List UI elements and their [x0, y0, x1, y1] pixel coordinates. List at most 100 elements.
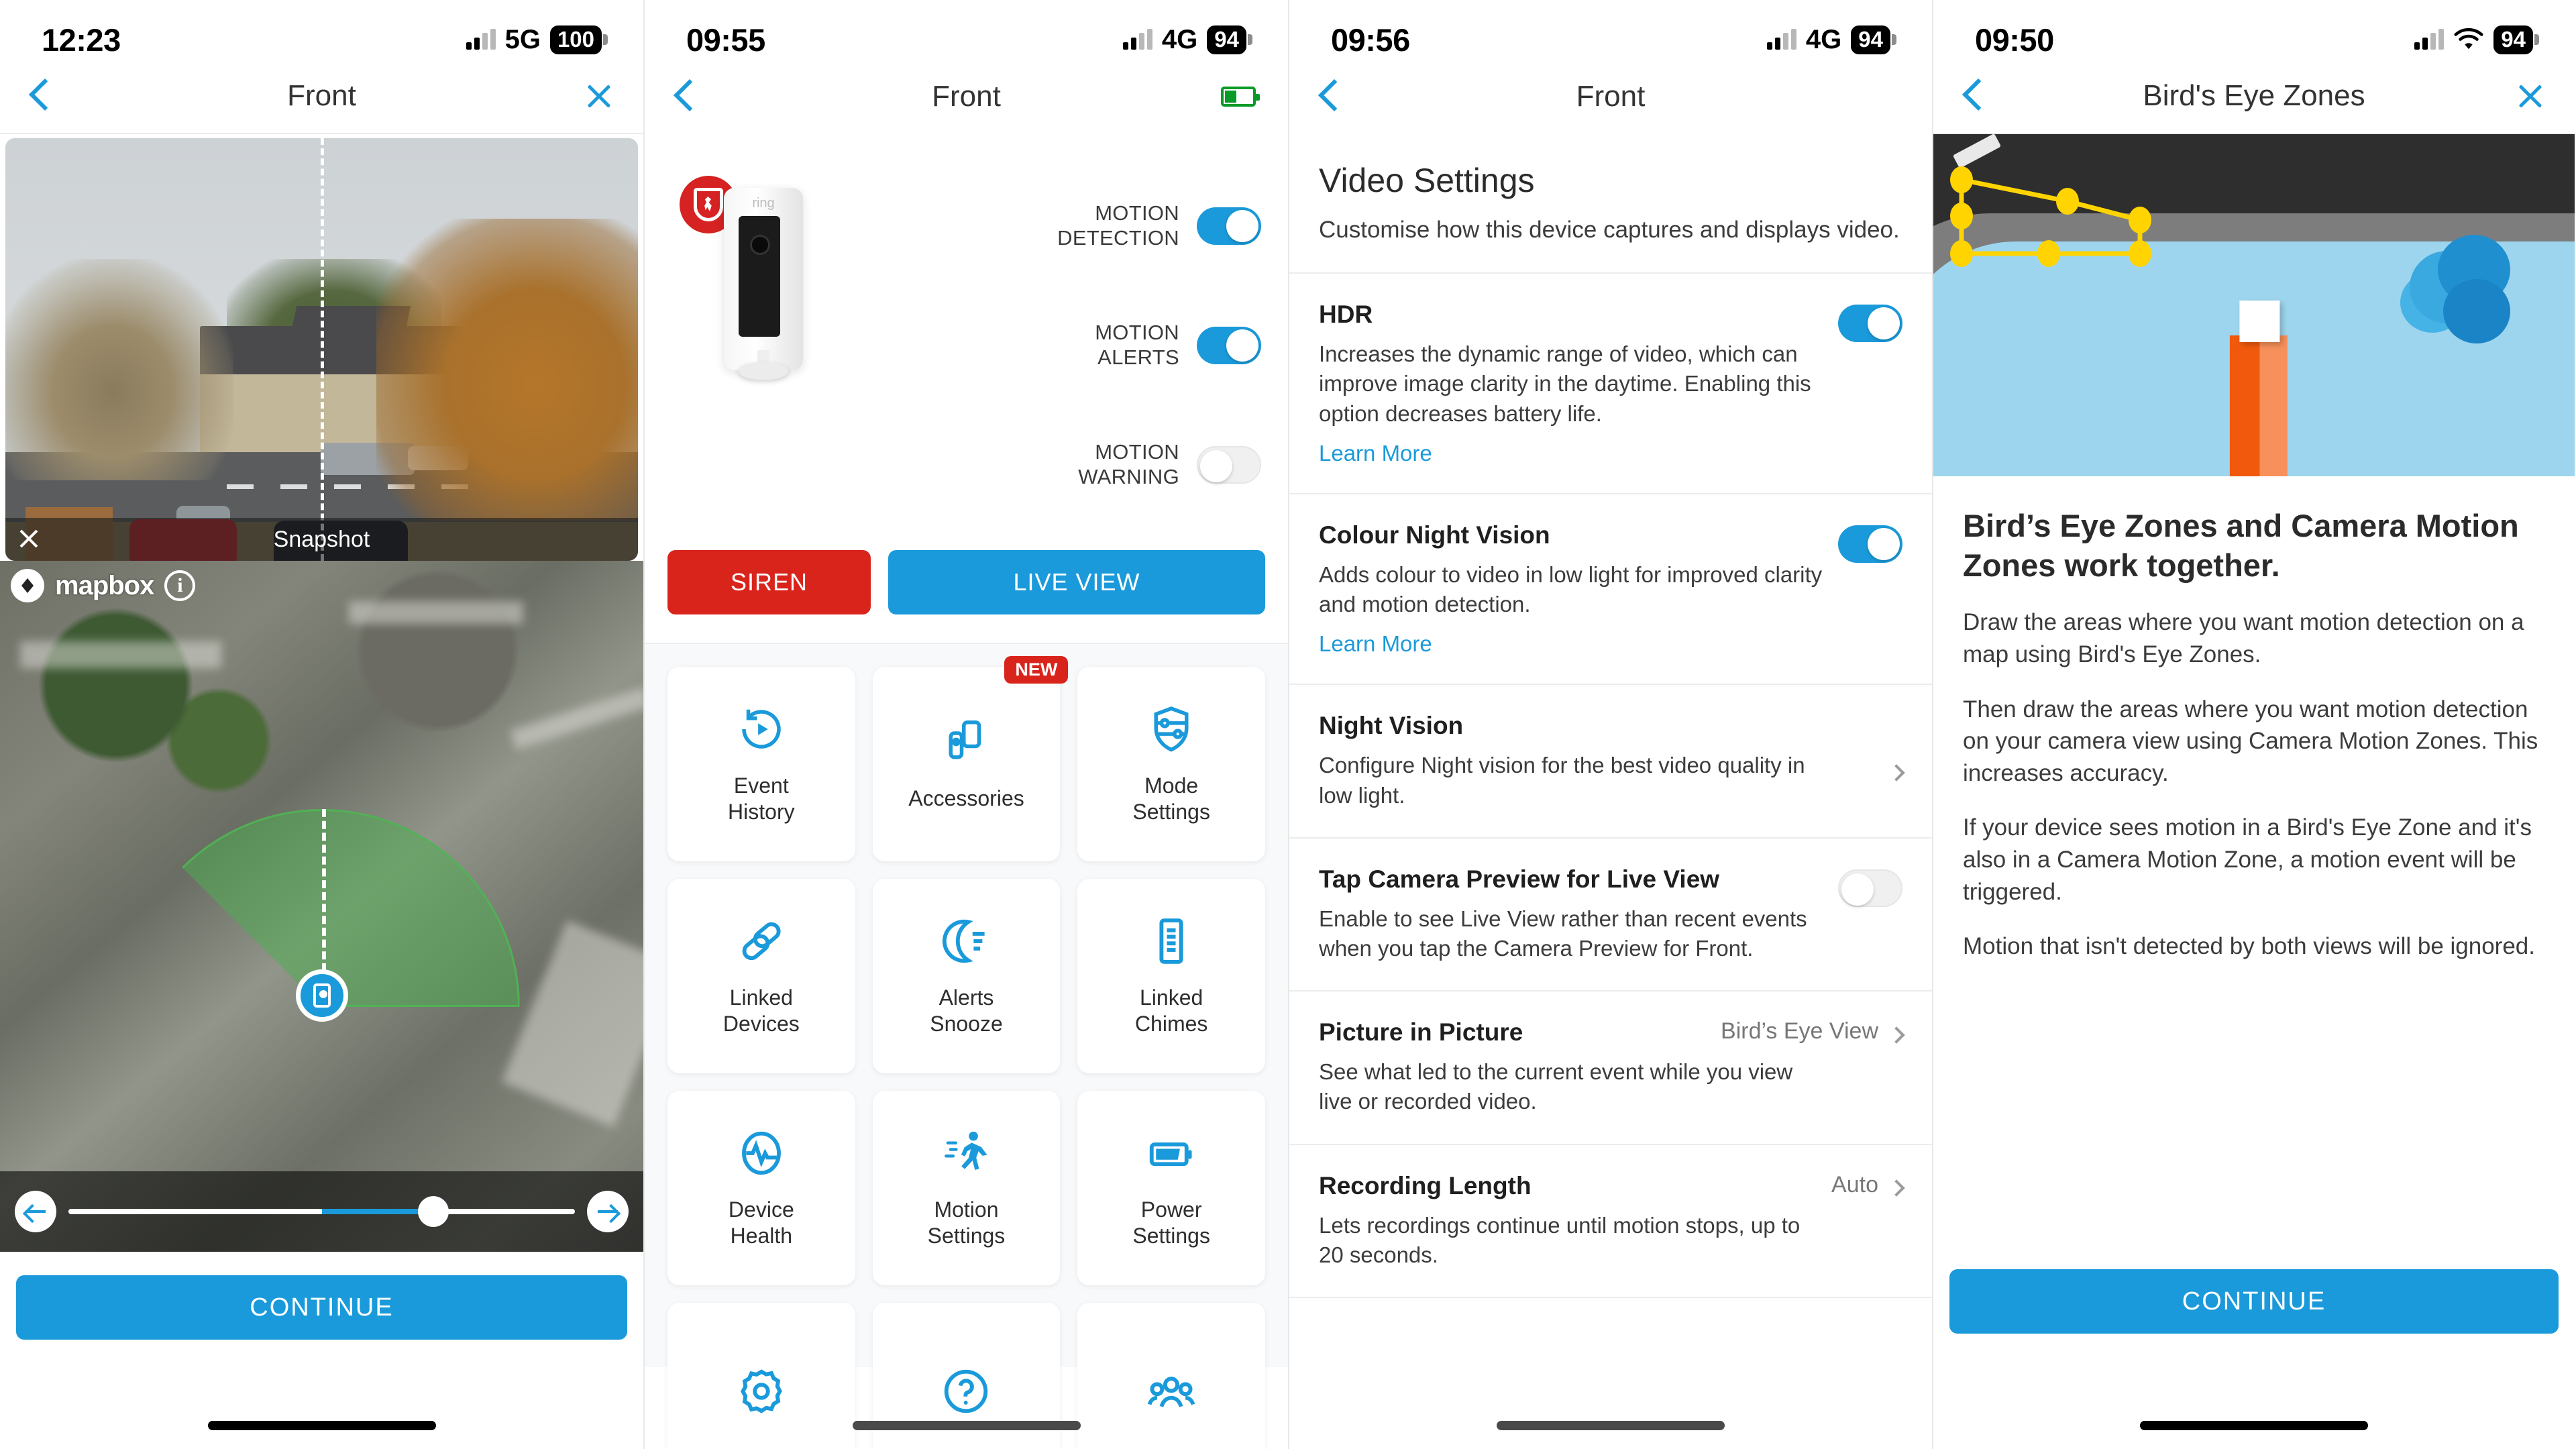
- setting-row-picture-in-picture[interactable]: Picture in Picture Bird’s Eye View See w…: [1289, 991, 1932, 1145]
- learn-more-link[interactable]: Learn More: [1319, 441, 1432, 466]
- tree-left: [5, 259, 233, 480]
- tree-right: [376, 219, 638, 521]
- toggle-motion-alerts: MOTION ALERTS: [985, 321, 1261, 370]
- camera-pin-icon[interactable]: [295, 969, 348, 1022]
- zone-polygon-overlay[interactable]: [1933, 134, 2575, 476]
- map-detail: [510, 687, 643, 750]
- tile-power-settings[interactable]: Power Settings: [1077, 1091, 1265, 1285]
- rotate-left-button[interactable]: [15, 1191, 56, 1232]
- birds-eye-map[interactable]: mapbox i: [0, 561, 643, 1252]
- tile-general-settings[interactable]: [667, 1303, 855, 1449]
- continue-button[interactable]: CONTINUE: [1949, 1269, 2559, 1334]
- battery-percent-badge: 94: [2493, 25, 2533, 54]
- snapshot-bar: Snapshot: [5, 518, 638, 561]
- tile-event-history[interactable]: Event History: [667, 667, 855, 861]
- tap-camera-preview-switch[interactable]: [1838, 869, 1902, 907]
- birds-eye-zone-diagram: [1933, 134, 2575, 476]
- siren-button[interactable]: SIREN: [667, 550, 871, 614]
- toggle-label: MOTION ALERTS: [1095, 321, 1179, 370]
- slider-fill: [321, 1209, 433, 1214]
- chevron-right-icon[interactable]: [1888, 1179, 1905, 1197]
- camera-preview[interactable]: Snapshot: [5, 138, 638, 561]
- mapbox-attribution[interactable]: mapbox i: [11, 569, 196, 602]
- setting-value: Auto: [1831, 1171, 1878, 1197]
- new-badge: NEW: [1004, 656, 1069, 684]
- hdr-switch[interactable]: [1838, 305, 1902, 343]
- back-button[interactable]: [1320, 81, 1338, 112]
- live-view-button[interactable]: LIVE VIEW: [888, 550, 1265, 614]
- chevron-right-icon[interactable]: [1888, 764, 1905, 782]
- chevron-right-icon[interactable]: [1888, 1026, 1905, 1044]
- status-time: 09:55: [686, 21, 765, 58]
- slider-track[interactable]: [68, 1196, 575, 1227]
- colour-night-vision-switch[interactable]: [1838, 525, 1902, 563]
- back-button[interactable]: [31, 80, 48, 111]
- page-title: Bird's Eye Zones: [2143, 79, 2365, 112]
- motion-warning-switch[interactable]: [1196, 446, 1261, 484]
- continue-button[interactable]: CONTINUE: [16, 1275, 627, 1340]
- setting-title: Tap Camera Preview for Live View: [1319, 865, 1720, 893]
- toggle-motion-warning: MOTION WARNING: [985, 440, 1261, 489]
- motion-alerts-switch[interactable]: [1196, 327, 1261, 364]
- ring-brand-label: ring: [752, 196, 775, 211]
- accessories-icon: [949, 720, 981, 759]
- toggle-list: MOTION DETECTION MOTION ALERTS MOTION WA…: [985, 141, 1288, 550]
- tile-linked-devices[interactable]: Linked Devices: [667, 879, 855, 1073]
- tile-label: Event History: [728, 773, 795, 825]
- direction-slider[interactable]: [0, 1171, 643, 1252]
- signal-bars-icon: [1122, 29, 1152, 50]
- tile-linked-chimes[interactable]: Linked Chimes: [1077, 879, 1265, 1073]
- close-button[interactable]: [2516, 81, 2545, 111]
- tile-label: Power Settings: [1132, 1197, 1210, 1249]
- signal-bars-icon: [2414, 29, 2445, 50]
- setting-description: Lets recordings continue until motion st…: [1319, 1212, 1801, 1267]
- rotate-right-button[interactable]: [587, 1191, 629, 1232]
- slider-knob[interactable]: [417, 1196, 449, 1227]
- tile-label-line1: Device: [728, 1197, 794, 1222]
- tile-shared-users[interactable]: [1077, 1303, 1265, 1449]
- setting-row-colour-night-vision[interactable]: Colour Night Vision Adds colour to video…: [1289, 494, 1932, 686]
- home-indicator: [207, 1421, 436, 1430]
- status-time: 09:50: [1975, 21, 2054, 58]
- setting-description: Configure Night vision for the best vide…: [1319, 753, 1805, 808]
- panel-video-settings: 09:56 4G 94 Front Video Settings Customi…: [1289, 0, 1933, 1449]
- tile-label-line1: Linked: [1140, 985, 1203, 1010]
- back-button[interactable]: [1964, 80, 1982, 111]
- tile-motion-settings[interactable]: Motion Settings: [872, 1091, 1061, 1285]
- map-detail: [20, 641, 221, 668]
- setting-value: Bird’s Eye View: [1721, 1018, 1878, 1044]
- tile-label-line1: Mode: [1144, 773, 1199, 798]
- toggle-label-line1: MOTION: [1095, 321, 1179, 345]
- section-title: Video Settings: [1319, 162, 1535, 199]
- battery-percent-badge: 94: [1207, 25, 1246, 54]
- snapshot-close-icon[interactable]: [17, 527, 40, 550]
- page-title: Front: [932, 80, 1001, 113]
- tile-accessories[interactable]: NEW Accessories: [872, 656, 1069, 861]
- setting-row-hdr[interactable]: HDR Increases the dynamic range of video…: [1289, 274, 1932, 494]
- event-history-icon: [742, 709, 781, 749]
- tile-device-health[interactable]: Device Health: [667, 1091, 855, 1285]
- setting-title: Night Vision: [1319, 712, 1464, 740]
- setting-row-tap-camera-preview[interactable]: Tap Camera Preview for Live View Enable …: [1289, 839, 1932, 992]
- info-icon[interactable]: i: [164, 570, 196, 601]
- panel-birds-eye-zones-intro: 09:50 94 Bird's Eye Zones Bird’s Eye Zon…: [1933, 0, 2575, 1449]
- back-button[interactable]: [676, 81, 693, 112]
- tile-mode-settings[interactable]: Mode Settings: [1077, 667, 1265, 861]
- tile-label: Linked Chimes: [1135, 985, 1208, 1037]
- battery-green-icon[interactable]: [1221, 87, 1260, 107]
- panel-device-dashboard: 09:55 4G 94 Front ring MOTION DETECTION …: [645, 0, 1289, 1449]
- map-detail: [349, 601, 523, 624]
- toggle-label-line2: DETECTION: [1057, 226, 1179, 250]
- setting-row-recording-length[interactable]: Recording Length Auto Lets recordings co…: [1289, 1145, 1932, 1299]
- close-button[interactable]: [584, 81, 614, 111]
- tile-alerts-snooze[interactable]: Alerts Snooze: [872, 879, 1061, 1073]
- home-indicator: [2140, 1421, 2368, 1430]
- status-indicators: 94: [2414, 25, 2533, 54]
- learn-more-link[interactable]: Learn More: [1319, 631, 1432, 657]
- tile-label-line2: History: [728, 800, 795, 824]
- tile-label-line2: Settings: [1132, 1224, 1210, 1248]
- screenshot-montage: 12:23 5G 100 Front Snapshot mapbox i CON…: [0, 0, 2576, 1449]
- motion-detection-switch[interactable]: [1196, 207, 1261, 245]
- wifi-icon: [2454, 28, 2483, 50]
- setting-row-night-vision[interactable]: Night Vision Configure Night vision for …: [1289, 685, 1932, 839]
